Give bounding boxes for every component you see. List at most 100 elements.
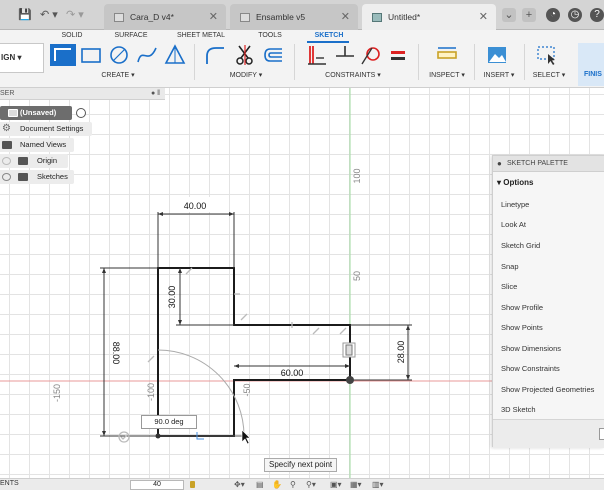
display-settings-icon[interactable]: ▣▾ [330,480,342,490]
option-linetype[interactable]: Linetype [501,200,529,209]
collinear-icon[interactable] [334,44,356,66]
select-icon[interactable] [536,44,558,66]
palette-header[interactable]: ● SKETCH PALETTE [493,156,604,172]
option-3d-sketch[interactable]: 3D Sketch [501,405,536,414]
browser-item-sketches[interactable]: Sketches [0,170,74,184]
collapse-icon[interactable]: ● ‖ [151,88,160,100]
undo-icon[interactable]: ↶ ▾ [40,7,58,23]
folder-icon [18,157,28,165]
browser-root-item[interactable]: (Unsaved) [0,106,72,120]
dim-60[interactable]: 60.00 [281,368,304,378]
close-icon[interactable]: ✕ [479,4,488,30]
cursor-tooltip: Specify next point [264,458,338,472]
dim-40[interactable]: 40.00 [184,201,207,211]
option-show-profile[interactable]: Show Profile [501,303,543,312]
browser-item-document-settings[interactable]: ⚙ Document Settings [0,122,92,136]
option-look-at[interactable]: Look At [501,220,526,229]
profile-outline [157,267,351,437]
option-show-points[interactable]: Show Points [501,323,543,332]
separator [194,44,195,80]
chevron-down-icon[interactable]: ⌄ [502,8,516,22]
value-input[interactable]: 40 [130,480,184,490]
option-show-constraints[interactable]: Show Constraints [501,364,560,373]
tab-sheet-metal[interactable]: SHEET METAL [170,30,232,42]
arc-center-point [155,433,161,439]
spline-icon[interactable] [136,44,158,66]
select-menu[interactable]: SELECT ▾ [528,71,570,81]
visibility-icon[interactable] [2,157,11,165]
option-sketch-grid[interactable]: Sketch Grid [501,241,540,250]
dim-30[interactable]: 30.00 [167,286,177,309]
tab-untitled[interactable]: Untitled* ✕ [362,4,496,30]
browser-item-named-views[interactable]: Named Views [0,138,74,152]
option-show-dimensions[interactable]: Show Dimensions [501,344,561,353]
activate-radio-icon[interactable] [76,108,86,118]
constraints-menu[interactable]: CONSTRAINTS ▾ [318,71,388,81]
modify-menu[interactable]: MODIFY ▾ [218,71,274,81]
pan-icon[interactable]: ✋ [272,480,282,490]
dim-28[interactable]: 28.00 [396,341,406,364]
inspect-menu-label: INSPECT [429,72,460,79]
job-status-icon[interactable]: ◔ [546,8,560,22]
coincident-icon[interactable] [306,44,328,66]
new-tab-icon[interactable]: + [522,8,536,22]
close-icon[interactable]: ✕ [341,4,350,30]
rectangle-icon[interactable] [80,44,102,66]
option-show-projected-geometries[interactable]: Show Projected Geometries [501,385,594,394]
close-icon[interactable]: ✕ [209,4,218,30]
notifications-icon[interactable]: ◷ [568,8,582,22]
palette-footer [493,419,604,448]
design-workspace-button[interactable]: IGN ▾ [0,43,44,73]
grid-settings-icon[interactable]: ▦▾ [350,480,362,490]
separator [294,44,295,80]
browser-item-label: Document Settings [20,124,84,133]
measure-icon[interactable] [436,44,458,66]
offset-icon[interactable] [262,44,284,66]
tab-solid[interactable]: SOLID [52,30,92,42]
zoom-icon[interactable]: ⚲ [290,480,296,490]
finish-sketch-button[interactable] [599,428,604,440]
option-snap[interactable]: Snap [501,262,519,271]
save-icon[interactable]: 💾 [18,7,32,23]
fillet-icon[interactable] [204,44,226,66]
angle-input[interactable]: 90.0 deg [141,415,197,429]
tab-surface[interactable]: SURFACE [108,30,154,42]
palette-section-options[interactable]: ▾ Options [497,178,533,187]
insert-menu[interactable]: INSERT ▾ [478,71,520,81]
tab-tools[interactable]: TOOLS [250,30,290,42]
line-icon[interactable] [50,44,76,66]
equal-icon[interactable] [388,44,408,66]
orbit-icon[interactable]: ✥▾ [234,480,245,490]
look-at-icon[interactable]: ▤ [256,480,264,490]
trim-icon[interactable] [234,44,256,66]
separator [418,44,419,80]
tab-ensamble[interactable]: Ensamble v5 ✕ [230,4,358,30]
help-icon[interactable]: ? [590,8,604,22]
inspect-menu[interactable]: INSPECT ▾ [424,71,470,81]
tangent-icon[interactable] [360,44,382,66]
visibility-icon[interactable] [2,173,11,181]
browser-item-origin[interactable]: Origin [0,154,68,168]
viewports-icon[interactable]: ▥▾ [372,480,384,490]
separator [474,44,475,80]
create-menu[interactable]: CREATE ▾ [90,71,146,81]
zoom-window-icon[interactable]: ⚲▾ [306,480,316,490]
comments-label[interactable]: ENTS [0,480,19,487]
tab-cara-d[interactable]: Cara_D v4* ✕ [104,4,226,30]
circle-icon[interactable] [108,44,130,66]
browser-item-label: Sketches [37,172,68,181]
option-slice[interactable]: Slice [501,282,517,291]
axis-label-neg150: -150 [52,384,62,402]
title-bar: 💾 ↶ ▾ ↷ ▾ Cara_D v4* ✕ Ensamble v5 ✕ Unt… [0,0,604,30]
insert-image-icon[interactable] [486,44,508,66]
component-icon [372,13,382,22]
finish-sketch-button[interactable] [578,43,604,86]
redo-icon[interactable]: ↷ ▾ [66,7,84,23]
component-icon [114,13,124,22]
dim-88[interactable]: 88.00 [111,342,121,365]
lock-icon[interactable] [190,481,195,488]
polygon-icon[interactable] [164,44,186,66]
folder-icon [2,141,12,149]
sketch-palette: ● SKETCH PALETTE ▾ Options Linetype Look… [492,155,604,448]
collapse-icon[interactable]: ● [497,156,502,172]
